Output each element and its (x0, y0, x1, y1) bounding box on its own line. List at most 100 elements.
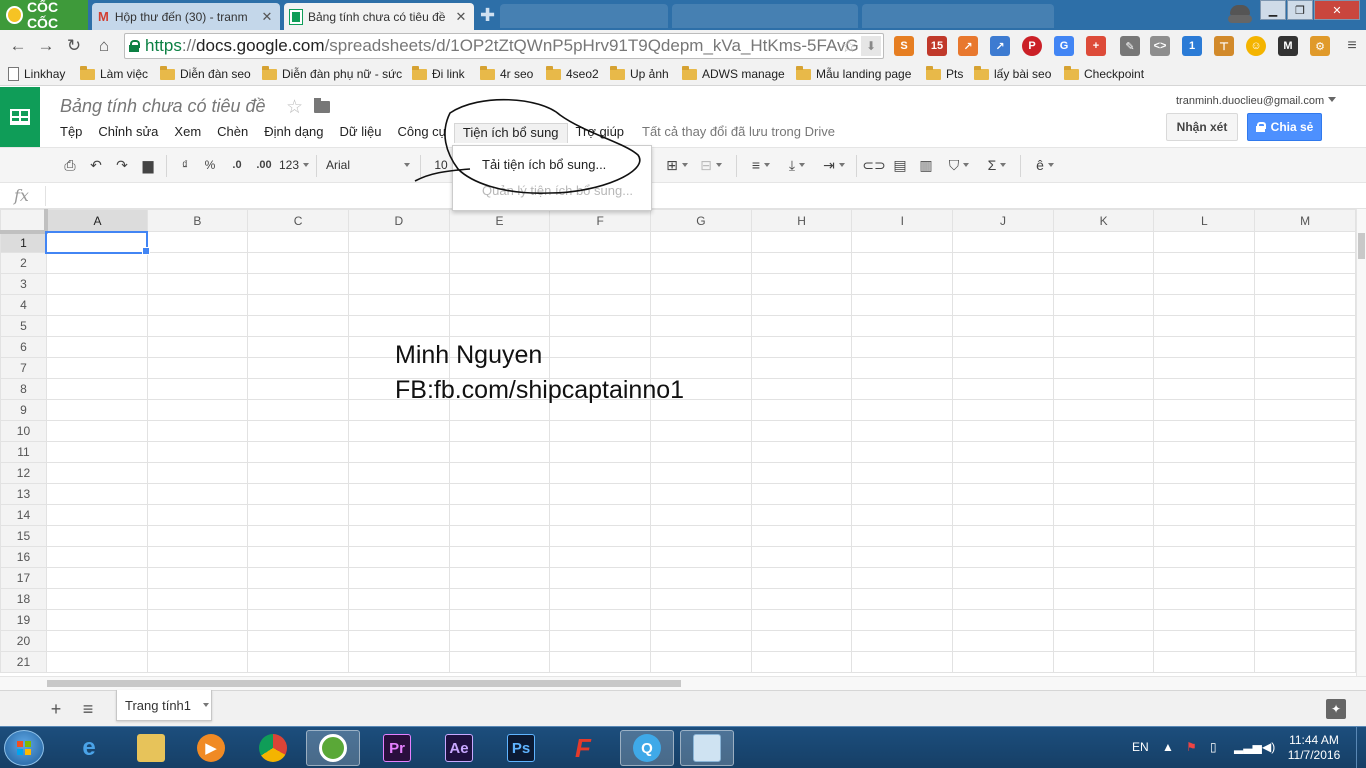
cell[interactable] (952, 546, 1054, 568)
cell[interactable] (45, 294, 148, 316)
cell[interactable] (549, 630, 652, 652)
cell[interactable] (1052, 462, 1155, 484)
cell[interactable] (247, 420, 349, 442)
print-icon[interactable]: ⎙ (60, 155, 80, 175)
browser-tab-blurred[interactable] (672, 4, 858, 28)
cell[interactable] (146, 357, 249, 379)
maximize-button[interactable]: ❐ (1287, 0, 1313, 20)
cell[interactable] (146, 420, 249, 442)
flag-icon[interactable]: ⚑ (1186, 740, 1197, 754)
cell[interactable] (146, 462, 249, 484)
cell[interactable] (952, 441, 1054, 463)
bookmark-folder[interactable]: Checkpoint (1064, 65, 1144, 83)
cell[interactable] (1052, 588, 1155, 610)
cell[interactable] (45, 399, 148, 421)
cell[interactable] (750, 315, 853, 337)
horizontal-scrollbar[interactable] (0, 676, 1366, 690)
cell[interactable] (448, 441, 551, 463)
borders-icon[interactable]: ⊞ (662, 155, 692, 175)
account-email[interactable]: tranminh.duoclieu@gmail.com (1176, 95, 1324, 107)
cell[interactable] (45, 546, 148, 568)
new-tab-icon[interactable]: ✚ (480, 6, 495, 24)
cell[interactable] (247, 231, 349, 253)
device-icon[interactable]: ▯ (1210, 740, 1217, 754)
cell[interactable] (952, 504, 1054, 526)
system-clock[interactable]: 11:44 AM 11/7/2016 (1284, 733, 1344, 763)
cell[interactable] (750, 357, 853, 379)
share-button[interactable]: Chia sẻ (1247, 113, 1322, 141)
taskbar-ie[interactable]: e (62, 730, 116, 766)
row-header[interactable]: 5 (0, 315, 47, 337)
cell[interactable] (1254, 336, 1356, 358)
bookmark-item[interactable]: Linkhay (8, 65, 65, 83)
bookmark-folder[interactable]: Mẫu landing page (796, 65, 911, 83)
cell[interactable] (851, 462, 954, 484)
cell[interactable] (146, 315, 249, 337)
translate-icon[interactable]: G (1054, 36, 1074, 56)
chevron-down-icon[interactable] (1328, 97, 1336, 102)
cell[interactable] (1052, 546, 1155, 568)
cell[interactable] (750, 525, 853, 547)
insert-comment-icon[interactable]: ▤ (890, 155, 910, 175)
cell[interactable] (247, 273, 349, 295)
taskbar-after-effects[interactable]: Ae (432, 730, 486, 766)
cell[interactable] (549, 252, 652, 274)
cell[interactable] (347, 252, 450, 274)
cell[interactable] (851, 630, 954, 652)
sheets-home-button[interactable] (0, 87, 40, 147)
cell[interactable] (247, 252, 349, 274)
mail-extension-icon[interactable]: M (1278, 36, 1298, 56)
cell[interactable] (347, 420, 450, 442)
menu-tools[interactable]: Công cụ (389, 123, 453, 143)
cell[interactable] (549, 294, 652, 316)
taskbar-explorer[interactable] (124, 730, 178, 766)
cell[interactable] (247, 504, 349, 526)
volume-icon[interactable]: ◀) (1262, 740, 1275, 754)
get-addons-menu-item[interactable]: Tải tiện ích bổ sung... (453, 154, 651, 180)
cell[interactable] (549, 483, 652, 505)
cell[interactable] (1254, 651, 1356, 673)
column-header-b[interactable]: B (146, 209, 249, 232)
cell[interactable] (1153, 357, 1256, 379)
column-header-m[interactable]: M (1254, 209, 1356, 232)
active-cell[interactable] (45, 230, 150, 256)
cell[interactable] (851, 399, 954, 421)
cell[interactable] (750, 336, 853, 358)
paint-format-icon[interactable]: ▆ (138, 155, 158, 175)
row-header[interactable]: 13 (0, 483, 47, 505)
cell[interactable] (650, 483, 752, 505)
row-header[interactable]: 7 (0, 357, 47, 379)
cell[interactable] (347, 483, 450, 505)
cell[interactable] (247, 357, 349, 379)
column-header-j[interactable]: J (952, 209, 1054, 232)
cell[interactable] (247, 336, 349, 358)
folder-icon[interactable] (314, 98, 330, 113)
cell[interactable] (1153, 483, 1256, 505)
cell[interactable] (1052, 567, 1155, 589)
cell[interactable] (1052, 378, 1155, 400)
cell[interactable] (851, 420, 954, 442)
cell[interactable] (1254, 273, 1356, 295)
cell[interactable] (146, 609, 249, 631)
cell[interactable] (750, 231, 853, 253)
cell[interactable] (448, 630, 551, 652)
input-tools-icon[interactable]: ê (1030, 155, 1060, 175)
cell[interactable] (448, 462, 551, 484)
analytics-extension-icon[interactable]: ↗ (990, 36, 1010, 56)
calendar-extension-icon[interactable]: 15 (927, 36, 947, 56)
cell[interactable] (750, 462, 853, 484)
cell[interactable] (549, 420, 652, 442)
cell[interactable] (1153, 525, 1256, 547)
cell[interactable] (146, 294, 249, 316)
cell[interactable] (146, 399, 249, 421)
browser-tab-gmail[interactable]: M Hộp thư đến (30) - tranm ✕ (92, 3, 280, 30)
cell[interactable] (1052, 294, 1155, 316)
row-header[interactable]: 15 (0, 525, 47, 547)
menu-icon[interactable]: ≡ (1340, 34, 1364, 58)
cell[interactable] (851, 588, 954, 610)
cell[interactable] (952, 630, 1054, 652)
cell[interactable] (1052, 336, 1155, 358)
cell[interactable] (247, 462, 349, 484)
cell[interactable] (347, 231, 450, 253)
taskbar-chrome[interactable] (246, 730, 300, 766)
